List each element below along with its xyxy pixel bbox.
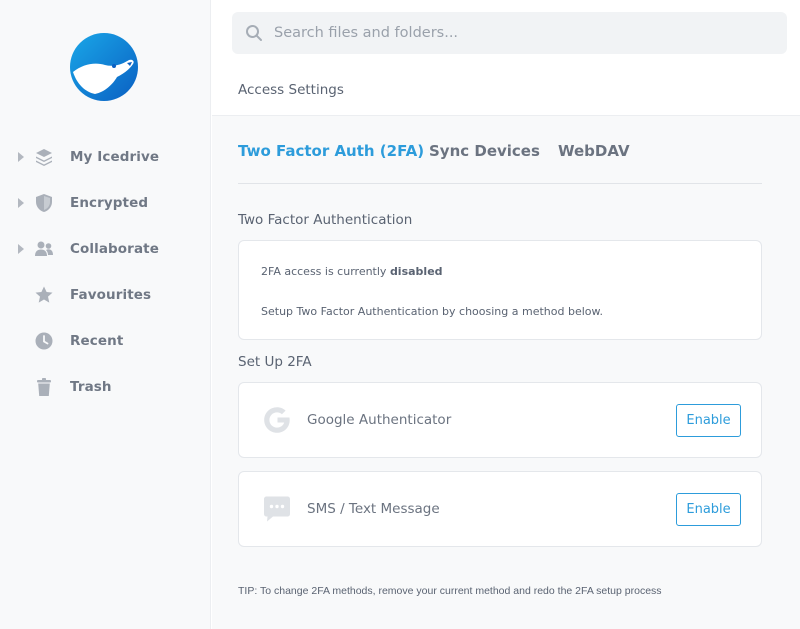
- google-icon: [261, 404, 293, 436]
- tip-text: TIP: To change 2FA methods, remove your …: [238, 585, 662, 597]
- caret-right-icon[interactable]: [18, 198, 24, 208]
- trash-icon: [34, 377, 54, 397]
- enable-sms-button[interactable]: Enable: [676, 493, 741, 526]
- twofa-status-card: 2FA access is currently disabled Setup T…: [238, 240, 762, 340]
- sidebar-item-encrypted[interactable]: Encrypted: [0, 180, 211, 226]
- users-icon: [34, 239, 54, 259]
- sidebar: My Icedrive Encrypted Collaborate Favour…: [0, 0, 211, 629]
- sidebar-item-label: My Icedrive: [70, 149, 160, 165]
- sidebar-item-my-icedrive[interactable]: My Icedrive: [0, 134, 211, 180]
- main-content: Access Settings Two Factor Auth (2FA) Sy…: [212, 0, 800, 629]
- method-label: SMS / Text Message: [307, 501, 440, 517]
- sidebar-item-label: Recent: [70, 333, 124, 349]
- sidebar-item-label: Encrypted: [70, 195, 149, 211]
- sidebar-item-favourites[interactable]: Favourites: [0, 272, 211, 318]
- layers-icon: [34, 147, 54, 167]
- sidebar-item-trash[interactable]: Trash: [0, 364, 211, 410]
- sidebar-nav: My Icedrive Encrypted Collaborate Favour…: [0, 134, 211, 410]
- enable-google-authenticator-button[interactable]: Enable: [676, 404, 741, 437]
- sidebar-item-label: Trash: [70, 379, 112, 395]
- caret-right-icon[interactable]: [18, 152, 24, 162]
- star-icon: [34, 285, 54, 305]
- sidebar-item-collaborate[interactable]: Collaborate: [0, 226, 211, 272]
- sidebar-item-recent[interactable]: Recent: [0, 318, 211, 364]
- twofa-setup-hint: Setup Two Factor Authentication by choos…: [261, 305, 603, 318]
- caret-right-icon[interactable]: [18, 244, 24, 254]
- sidebar-item-label: Collaborate: [70, 241, 159, 257]
- sms-icon: [261, 493, 293, 525]
- settings-tabs: Two Factor Auth (2FA) Sync Devices WebDA…: [238, 142, 762, 184]
- sidebar-item-label: Favourites: [70, 287, 152, 303]
- twofa-status-prefix: 2FA access is currently: [261, 265, 390, 278]
- method-card-sms: SMS / Text Message Enable: [238, 471, 762, 547]
- search-input[interactable]: [274, 12, 774, 54]
- tab-sync-devices[interactable]: Sync Devices: [429, 142, 540, 160]
- search-bar[interactable]: [232, 12, 787, 54]
- tab-two-factor-auth[interactable]: Two Factor Auth (2FA): [238, 142, 424, 160]
- method-card-google-authenticator: Google Authenticator Enable: [238, 382, 762, 458]
- icedrive-logo[interactable]: [69, 32, 139, 102]
- top-bar: Access Settings: [212, 0, 800, 116]
- page-title: Access Settings: [238, 82, 344, 98]
- clock-icon: [34, 331, 54, 351]
- tab-webdav[interactable]: WebDAV: [558, 142, 630, 160]
- two-factor-section-title: Two Factor Authentication: [238, 212, 413, 228]
- search-icon[interactable]: [245, 24, 263, 42]
- shield-icon: [34, 193, 54, 213]
- twofa-status-text: 2FA access is currently disabled: [261, 265, 443, 278]
- twofa-status-value: disabled: [389, 265, 443, 278]
- method-label: Google Authenticator: [307, 412, 452, 428]
- setup-2fa-title: Set Up 2FA: [238, 354, 312, 370]
